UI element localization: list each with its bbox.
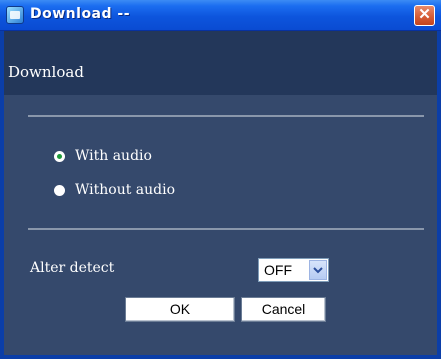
divider-top <box>28 115 424 117</box>
close-button[interactable]: ✕ <box>414 5 435 26</box>
alter-detect-select[interactable]: OFF <box>258 258 329 282</box>
close-icon: ✕ <box>418 6 431 23</box>
window-title: Download -- <box>30 6 131 22</box>
alter-detect-value: OFF <box>264 262 292 278</box>
cancel-button[interactable]: Cancel <box>241 297 326 322</box>
download-dialog: Download -- ✕ Download With audio Withou… <box>0 0 441 359</box>
divider-bottom <box>28 228 424 230</box>
radio-button-checked[interactable] <box>54 150 65 162</box>
page-title: Download <box>8 63 84 81</box>
radio-with-audio[interactable]: With audio <box>54 146 152 166</box>
ok-button[interactable]: OK <box>125 297 235 322</box>
app-icon <box>6 6 24 24</box>
alter-detect-label: Alter detect <box>30 260 115 276</box>
title-bar[interactable]: Download -- ✕ <box>0 0 441 31</box>
radio-without-audio[interactable]: Without audio <box>54 180 175 200</box>
chevron-down-icon[interactable] <box>309 260 327 280</box>
dialog-content: Download With audio Without audio Alter … <box>4 31 437 355</box>
radio-label-without-audio: Without audio <box>75 182 176 198</box>
radio-button-unchecked[interactable] <box>54 184 65 196</box>
header-band: Download <box>4 31 437 95</box>
radio-label-with-audio: With audio <box>75 148 152 164</box>
